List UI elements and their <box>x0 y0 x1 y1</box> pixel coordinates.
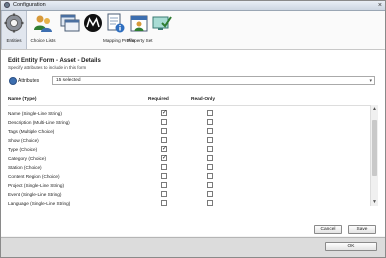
grid-scrollbar[interactable]: ▲ ▼ <box>370 105 378 206</box>
readonly-checkbox[interactable] <box>207 137 213 143</box>
table-row: Description (Multi-Line String) <box>8 118 368 127</box>
windows-icon <box>60 14 80 32</box>
app-icon <box>4 2 10 8</box>
title-bar: Configuration × <box>1 1 385 11</box>
scroll-thumb[interactable] <box>372 120 377 176</box>
tab-entities[interactable]: Entities <box>1 11 27 49</box>
readonly-checkbox[interactable] <box>207 119 213 125</box>
required-checkbox[interactable] <box>161 119 167 125</box>
row-name: Type (Choice) <box>8 147 38 152</box>
table-row: Category (Choice) ✓ <box>8 154 368 163</box>
column-header-required: Required <box>148 97 169 102</box>
row-name: Event (Single-Line String) <box>8 192 62 197</box>
form-heading: Edit Entity Form - Asset - Details <box>8 58 101 64</box>
table-row: Project (Single-Line String) <box>8 181 368 190</box>
row-name: Project (Single-Line String) <box>8 183 65 188</box>
table-row: Name (Single-Line String) ✓ <box>8 109 368 118</box>
required-checkbox[interactable] <box>161 137 167 143</box>
readonly-checkbox[interactable] <box>207 155 213 161</box>
readonly-checkbox[interactable] <box>207 128 213 134</box>
users-icon <box>34 15 52 32</box>
readonly-checkbox[interactable] <box>207 110 213 116</box>
required-checkbox[interactable]: ✓ <box>161 146 167 152</box>
tab-label: Mapping Profile <box>103 38 135 43</box>
form-subheading: Specify attributes to include in this fo… <box>8 65 87 70</box>
cancel-button[interactable]: Cancel <box>314 225 342 234</box>
row-name: Language (Single-Line String) <box>8 201 71 206</box>
attributes-grid: Name (Single-Line String) ✓ Description (M… <box>8 105 376 207</box>
save-button[interactable]: Save <box>348 225 376 234</box>
readonly-checkbox[interactable] <box>207 173 213 179</box>
tab-property-set[interactable]: Property Set <box>127 11 153 49</box>
monitor-check-icon <box>152 16 172 30</box>
row-name: Station (Choice) <box>8 165 42 170</box>
required-checkbox[interactable] <box>161 173 167 179</box>
required-checkbox[interactable] <box>161 128 167 134</box>
column-header-readonly: Read-Only <box>191 97 215 102</box>
required-checkbox[interactable]: ✓ <box>161 155 167 161</box>
readonly-checkbox[interactable] <box>207 182 213 188</box>
readonly-checkbox[interactable] <box>207 200 213 206</box>
tab-choice-lists[interactable]: Choice Lists <box>29 11 57 49</box>
required-checkbox[interactable] <box>161 164 167 170</box>
document-info-icon <box>107 13 125 33</box>
window-title: Configuration <box>13 2 46 8</box>
required-checkbox[interactable] <box>161 191 167 197</box>
table-row: Tags (Multiple Choice) <box>8 127 368 136</box>
row-name: Show (Choice) <box>8 138 39 143</box>
table-row: Show (Choice) <box>8 136 368 145</box>
close-icon[interactable]: × <box>378 1 382 10</box>
scroll-down-icon[interactable]: ▼ <box>371 199 378 205</box>
tab-logo[interactable] <box>83 11 103 49</box>
readonly-checkbox[interactable] <box>207 164 213 170</box>
tab-mapping-profile[interactable]: Mapping Profile <box>103 11 135 49</box>
table-row: Type (Choice) ✓ <box>8 145 368 154</box>
readonly-checkbox[interactable] <box>207 146 213 152</box>
required-checkbox[interactable] <box>161 200 167 206</box>
row-name: Description (Multi-Line String) <box>8 120 70 125</box>
toolbar: Entities Choice Lists Mapping Profile Pr… <box>1 11 385 50</box>
required-checkbox[interactable]: ✓ <box>161 110 167 116</box>
attributes-select[interactable]: 15 selected ▾ <box>52 76 375 85</box>
configuration-window: Configuration × Entities Choice Lists Ma… <box>0 0 386 258</box>
logo-icon <box>84 14 102 32</box>
ok-button[interactable]: OK <box>325 242 377 251</box>
chevron-down-icon: ▾ <box>369 78 372 84</box>
column-header-name: Name (Type) <box>8 97 37 102</box>
tab-windows[interactable] <box>58 11 82 49</box>
calendar-user-icon <box>130 15 148 32</box>
row-name: Category (Choice) <box>8 156 47 161</box>
gear-icon <box>4 13 24 33</box>
table-row: Event (Single-Line String) <box>8 190 368 199</box>
tab-label: Entities <box>6 38 22 43</box>
row-name: Tags (Multiple Choice) <box>8 129 55 134</box>
row-name: Name (Single-Line String) <box>8 111 62 116</box>
tab-label: Choice Lists <box>30 38 56 43</box>
readonly-checkbox[interactable] <box>207 191 213 197</box>
table-row: Content Region (Choice) <box>8 172 368 181</box>
table-row: Station (Choice) <box>8 163 368 172</box>
tab-monitor[interactable] <box>152 11 172 49</box>
row-name: Content Region (Choice) <box>8 174 60 179</box>
table-row: Language (Single-Line String) <box>8 199 368 207</box>
attributes-icon <box>9 77 17 85</box>
attributes-value: 15 selected <box>56 78 81 83</box>
attributes-label: Attributes <box>18 78 40 84</box>
required-checkbox[interactable] <box>161 182 167 188</box>
tab-label: Property Set <box>127 38 153 43</box>
scroll-up-icon[interactable]: ▲ <box>371 106 378 112</box>
